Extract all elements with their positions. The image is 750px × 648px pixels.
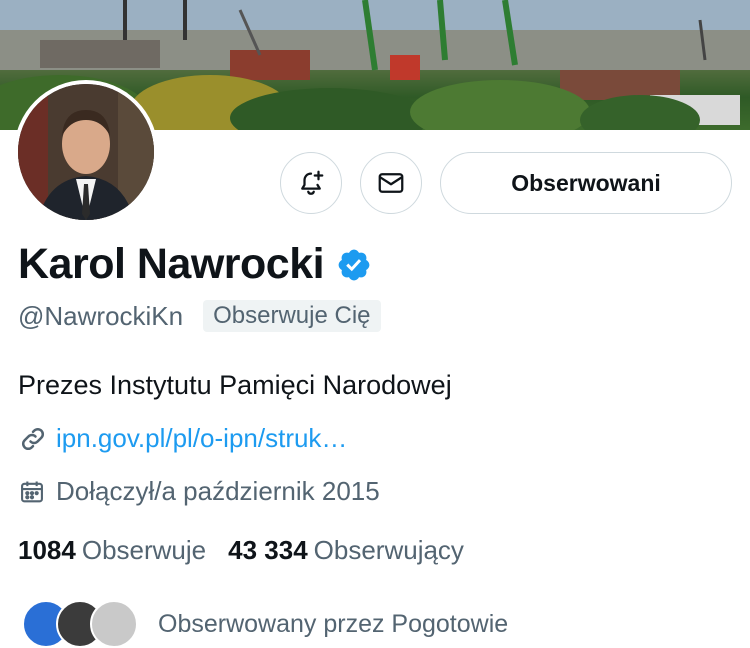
website-url[interactable]: ipn.gov.pl/pl/o-ipn/struk… (56, 423, 347, 454)
followers-label: Obserwujący (313, 535, 464, 565)
followers-count: 43 334 (228, 535, 308, 565)
joined-date: Dołączył/a październik 2015 (56, 476, 380, 506)
avatar-photo (18, 84, 154, 220)
profile-avatar[interactable] (14, 80, 158, 224)
message-button[interactable] (360, 152, 422, 214)
following-stat[interactable]: 1084 Obserwuje (18, 535, 206, 566)
calendar-icon (21, 481, 43, 502)
handle-row: @NawrockiKn Obserwuje Cię (18, 300, 381, 332)
notifications-button[interactable] (280, 152, 342, 214)
profile-handle: @NawrockiKn (18, 300, 184, 331)
following-count: 1084 (18, 535, 76, 565)
following-button[interactable]: Obserwowani (440, 152, 732, 214)
followed-by-row[interactable]: Obserwowany przez Pogotowie (22, 600, 508, 648)
follower-avatar (90, 600, 138, 648)
bell-plus-icon (301, 170, 324, 195)
profile-name: Karol Nawrocki (18, 240, 325, 288)
followers-stat[interactable]: 43 334 Obserwujący (228, 535, 464, 566)
profile-website-link[interactable]: ipn.gov.pl/pl/o-ipn/struk… (18, 423, 347, 454)
following-label: Obserwuje (81, 535, 207, 565)
verified-badge-icon[interactable] (336, 247, 372, 283)
profile-name-row: Karol Nawrocki (18, 240, 372, 289)
joined-date-row: Dołączył/a październik 2015 (18, 476, 380, 507)
envelope-icon (378, 173, 404, 193)
follow-stats: 1084 Obserwuje 43 334 Obserwujący (18, 535, 464, 566)
follows-you-badge: Obserwuje Cię (203, 300, 381, 332)
profile-bio: Prezes Instytutu Pamięci Narodowej (18, 370, 452, 400)
link-icon (21, 427, 45, 450)
